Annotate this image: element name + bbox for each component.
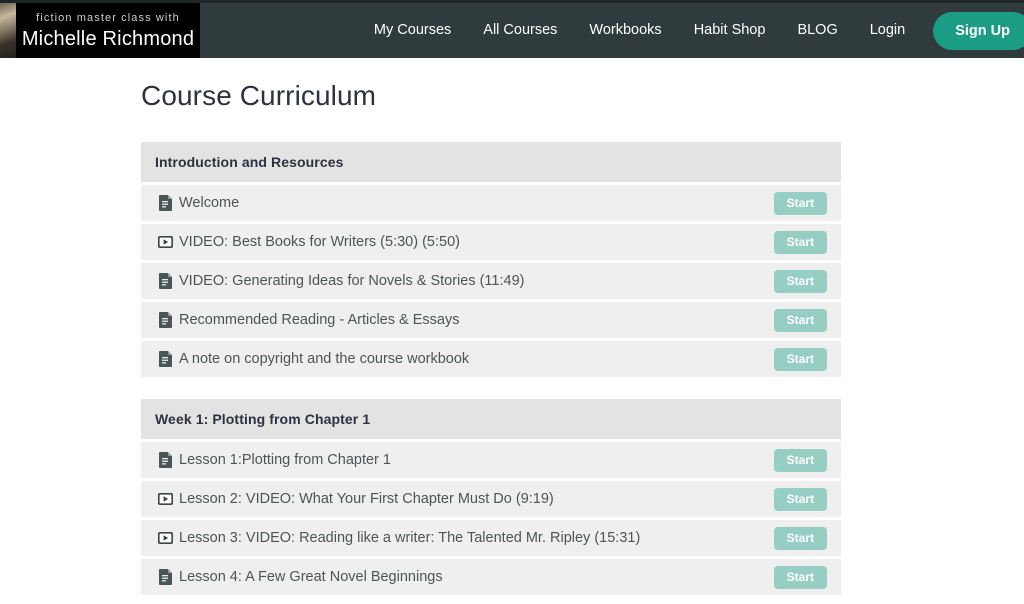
curriculum-row-label: Lesson 4: A Few Great Novel Beginnings: [179, 569, 443, 585]
start-button[interactable]: Start: [773, 347, 827, 371]
curriculum-row-label: Lesson 3: VIDEO: Reading like a writer: …: [179, 530, 641, 546]
curriculum-row[interactable]: Lesson 3: VIDEO: Reading like a writer: …: [141, 517, 841, 556]
curriculum-row-label: Recommended Reading - Articles & Essays: [179, 312, 460, 328]
sign-up-button[interactable]: Sign Up: [933, 11, 1024, 50]
start-button[interactable]: Start: [773, 230, 827, 254]
start-button[interactable]: Start: [773, 487, 827, 511]
start-button[interactable]: Start: [773, 269, 827, 293]
curriculum-list: Introduction and Resources Welcome Start VI…: [141, 142, 841, 595]
section-header: Introduction and Resources: [141, 142, 841, 182]
nav-links: My Courses All Courses Workbooks Habit S…: [358, 3, 1024, 58]
curriculum-row-label: Welcome: [179, 195, 240, 211]
brand-name: Michelle Richmond: [21, 27, 195, 50]
document-icon: [158, 351, 173, 367]
curriculum-row-label: Lesson 2: VIDEO: What Your First Chapter…: [179, 491, 554, 507]
curriculum-row-label: VIDEO: Generating Ideas for Novels & Sto…: [179, 273, 525, 289]
video-icon: [158, 530, 173, 546]
curriculum-section: Introduction and Resources Welcome Start VI…: [141, 142, 841, 377]
author-photo: [0, 3, 16, 58]
video-icon: [158, 234, 173, 250]
start-button[interactable]: Start: [773, 191, 827, 215]
section-header: Week 1: Plotting from Chapter 1: [141, 399, 841, 439]
nav-link-my-courses[interactable]: My Courses: [358, 3, 467, 58]
document-icon: [158, 312, 173, 328]
brand-kicker: fiction master class with: [36, 11, 180, 24]
curriculum-section: Week 1: Plotting from Chapter 1 Lesson 1:…: [141, 399, 841, 595]
top-navigation-bar: fiction master class with Michelle Richm…: [0, 3, 1024, 58]
document-icon: [158, 273, 173, 289]
start-button[interactable]: Start: [773, 448, 827, 472]
nav-link-login[interactable]: Login: [854, 3, 921, 58]
curriculum-row-label: VIDEO: Best Books for Writers (5:30) (5:…: [179, 234, 460, 250]
start-button[interactable]: Start: [773, 565, 827, 589]
curriculum-row[interactable]: Lesson 1:Plotting from Chapter 1 Start: [141, 439, 841, 478]
curriculum-row[interactable]: A note on copyright and the course workb…: [141, 338, 841, 377]
page-title: Course Curriculum: [141, 80, 377, 111]
curriculum-row[interactable]: Recommended Reading - Articles & Essays S…: [141, 299, 841, 338]
page-content: Course Curriculum Introduction and Resou…: [0, 58, 1024, 595]
start-button[interactable]: Start: [773, 308, 827, 332]
document-icon: [158, 195, 173, 211]
nav-link-all-courses[interactable]: All Courses: [467, 3, 573, 58]
curriculum-row-label: Lesson 1:Plotting from Chapter 1: [179, 452, 391, 468]
document-icon: [158, 569, 173, 585]
curriculum-row[interactable]: Lesson 4: A Few Great Novel Beginnings St…: [141, 556, 841, 595]
curriculum-row[interactable]: Lesson 2: VIDEO: What Your First Chapter…: [141, 478, 841, 517]
nav-link-blog[interactable]: BLOG: [781, 3, 853, 58]
curriculum-row[interactable]: VIDEO: Generating Ideas for Novels & Sto…: [141, 260, 841, 299]
video-icon: [158, 491, 173, 507]
start-button[interactable]: Start: [773, 526, 827, 550]
curriculum-row-label: A note on copyright and the course workb…: [179, 351, 470, 367]
curriculum-row[interactable]: VIDEO: Best Books for Writers (5:30) (5:…: [141, 221, 841, 260]
curriculum-row[interactable]: Welcome Start: [141, 182, 841, 221]
document-icon: [158, 452, 173, 468]
nav-link-habit-shop[interactable]: Habit Shop: [678, 3, 782, 58]
nav-link-workbooks[interactable]: Workbooks: [573, 3, 677, 58]
brand-logo-link[interactable]: fiction master class with Michelle Richm…: [16, 3, 200, 58]
